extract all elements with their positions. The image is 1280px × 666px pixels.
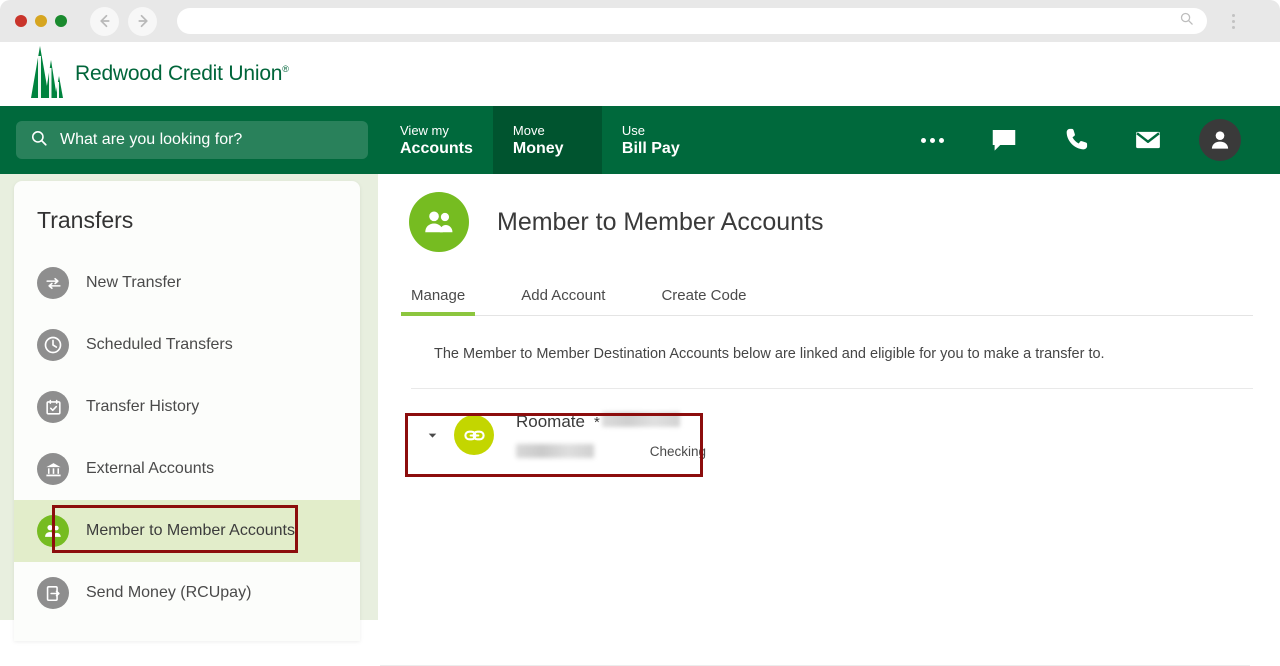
window-traffic-lights <box>15 15 67 27</box>
site-header: Redwood Credit Union® <box>0 42 1280 106</box>
sidebar-item-label: Scheduled Transfers <box>86 336 233 353</box>
more-options-button[interactable] <box>896 106 968 174</box>
arrow-left-icon <box>99 14 110 28</box>
send-money-icon <box>37 577 69 609</box>
profile-button[interactable] <box>1184 106 1256 174</box>
page-title-row: Member to Member Accounts <box>409 192 1280 252</box>
nav-tabs: View my Accounts Move Money Use Bill Pay <box>380 106 711 174</box>
chevron-down-icon[interactable] <box>421 429 443 442</box>
search-icon <box>1179 11 1194 31</box>
sidebar-item-label: Transfer History <box>86 398 200 415</box>
nav-tab-view-my-accounts[interactable]: View my Accounts <box>380 106 493 174</box>
search-placeholder-text: What are you looking for? <box>60 131 243 148</box>
logo-wordmark: Redwood Credit Union <box>75 62 283 85</box>
search-input[interactable]: What are you looking for? <box>16 121 368 159</box>
ellipsis-icon <box>920 137 944 143</box>
tab-manage[interactable]: Manage <box>400 287 476 316</box>
bank-icon <box>37 453 69 485</box>
page-body: Transfers New Transfer Scheduled Transfe… <box>0 174 1280 666</box>
description-text: The Member to Member Destination Account… <box>434 346 1105 362</box>
tab-create-code[interactable]: Create Code <box>661 287 746 315</box>
sidebar-item-label: New Transfer <box>86 274 182 291</box>
sidebar-menu: New Transfer Scheduled Transfers Transfe… <box>14 252 360 624</box>
account-mask-prefix: * <box>593 413 600 431</box>
search-icon <box>30 129 48 152</box>
account-name: Roomate <box>516 411 585 431</box>
forward-button[interactable] <box>128 6 157 36</box>
browser-chrome <box>0 0 1280 42</box>
transfer-arrows-icon <box>37 267 69 299</box>
nav-tab-use-bill-pay[interactable]: Use Bill Pay <box>602 106 711 174</box>
phone-icon <box>1066 128 1088 150</box>
two-people-icon <box>409 192 469 252</box>
clock-icon <box>37 329 69 361</box>
user-avatar-icon <box>1211 131 1229 149</box>
account-name-line: Roomate * <box>516 411 706 432</box>
sidebar-item-new-transfer[interactable]: New Transfer <box>14 252 360 314</box>
nav-tab-top-label: Move <box>512 122 545 138</box>
sidebar-title: Transfers <box>37 207 134 233</box>
registered-trademark-symbol: ® <box>282 64 289 74</box>
account-row-roomate[interactable]: Roomate * Checking <box>411 404 1280 466</box>
sidebar-item-label: External Accounts <box>86 460 215 477</box>
calendar-check-icon <box>37 391 69 423</box>
kebab-menu-icon[interactable] <box>1223 8 1243 34</box>
link-chain-icon <box>454 415 494 455</box>
primary-navigation-bar: What are you looking for? View my Accoun… <box>0 106 1280 174</box>
sidebar-item-transfer-history[interactable]: Transfer History <box>14 376 360 438</box>
nav-icon-group <box>896 106 1256 174</box>
tab-add-account[interactable]: Add Account <box>521 287 605 315</box>
sidebar-item-member-to-member-accounts[interactable]: Member to Member Accounts <box>14 500 360 562</box>
account-secondary-line: Checking <box>516 444 706 459</box>
arrow-right-icon <box>137 14 148 28</box>
main-content: Member to Member Accounts Manage Add Acc… <box>378 174 1280 620</box>
sidebar: Transfers New Transfer Scheduled Transfe… <box>0 174 378 641</box>
avatar <box>1199 119 1241 161</box>
sidebar-item-external-accounts[interactable]: External Accounts <box>14 438 360 500</box>
chat-icon <box>992 130 1016 151</box>
nav-tab-top-label: Use <box>621 122 646 138</box>
close-window-button[interactable] <box>15 15 27 27</box>
account-details: Roomate * Checking <box>516 411 706 459</box>
nav-tab-move-money[interactable]: Move Money <box>492 106 602 174</box>
nav-tab-bottom-label: Accounts <box>400 139 473 157</box>
sidebar-card: Transfers New Transfer Scheduled Transfe… <box>14 181 360 641</box>
site-logo-text: Redwood Credit Union® <box>75 62 289 86</box>
chat-button[interactable] <box>968 106 1040 174</box>
content-tabs: Manage Add Account Create Code <box>400 287 1253 316</box>
maximize-window-button[interactable] <box>55 15 67 27</box>
page-title: Member to Member Accounts <box>497 207 824 236</box>
sidebar-item-label: Member to Member Accounts <box>86 522 295 539</box>
content-divider <box>411 388 1253 389</box>
nav-tab-bottom-label: Bill Pay <box>621 139 680 157</box>
messages-button[interactable] <box>1112 106 1184 174</box>
redwood-trees-logo-icon <box>30 45 64 103</box>
account-secondary-redacted <box>516 444 594 458</box>
sidebar-item-send-money-rcupay[interactable]: Send Money (RCUpay) <box>14 562 360 624</box>
site-logo[interactable]: Redwood Credit Union® <box>30 45 289 103</box>
two-people-icon <box>37 515 69 547</box>
browser-nav-arrows <box>90 6 157 36</box>
account-type-label: Checking <box>649 443 706 459</box>
nav-tab-bottom-label: Money <box>512 139 564 157</box>
account-number-redacted <box>601 411 680 427</box>
sidebar-item-scheduled-transfers[interactable]: Scheduled Transfers <box>14 314 360 376</box>
envelope-icon <box>1136 131 1160 149</box>
address-bar[interactable] <box>177 8 1207 34</box>
phone-button[interactable] <box>1040 106 1112 174</box>
back-button[interactable] <box>90 6 119 36</box>
sidebar-item-label: Send Money (RCUpay) <box>86 584 252 601</box>
nav-tab-top-label: View my <box>400 122 449 138</box>
minimize-window-button[interactable] <box>35 15 47 27</box>
